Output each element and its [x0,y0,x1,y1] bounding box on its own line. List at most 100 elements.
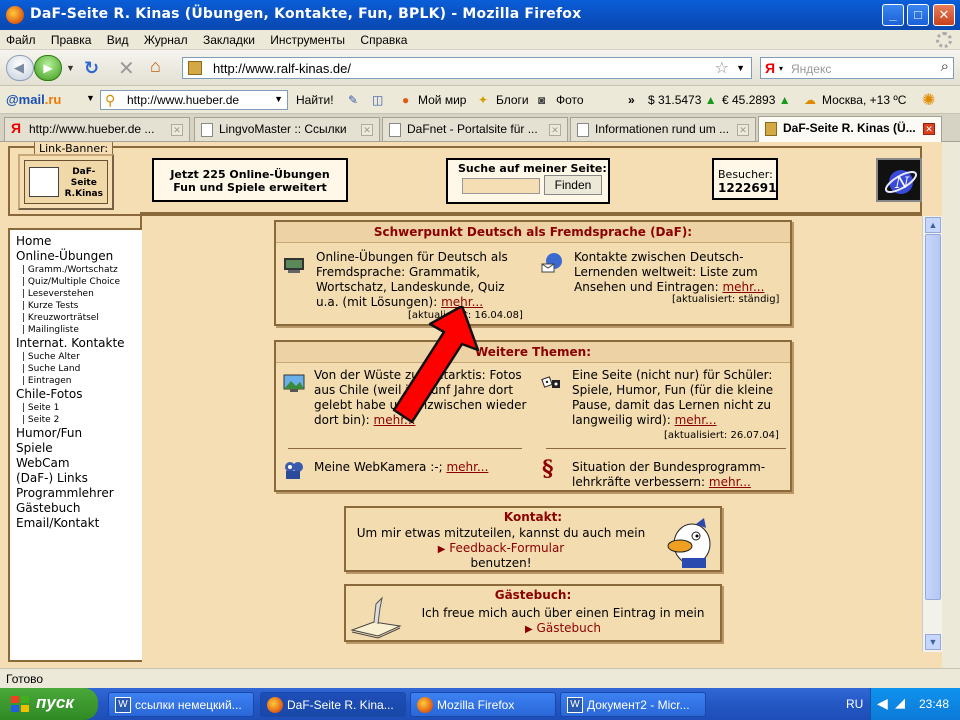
nav-subitem[interactable]: Suche Alter [10,351,142,363]
tab-daf-seite[interactable]: DaF-Seite R. Kinas (Ü... ✕ [758,116,942,142]
nav-item[interactable]: Home [10,234,142,249]
title-bar: DaF-Seite R. Kinas (Übungen, Kontakte, F… [0,0,960,30]
blogs-link[interactable]: Блоги [496,93,529,107]
feedback-form-link[interactable]: Feedback-Formular [449,541,564,555]
search-box[interactable]: Я ▾ Яндекс ⌕ [760,57,954,79]
search-placeholder: Яндекс [791,62,832,76]
bplk-more-link[interactable]: mehr... [709,475,751,489]
students-more-link[interactable]: mehr... [675,413,717,427]
reload-icon[interactable]: ↻ [84,58,99,79]
menu-file[interactable]: Файл [0,30,42,50]
nav-subitem[interactable]: Gramm./Wortschatz [10,264,142,276]
nav-item[interactable]: WebCam [10,456,142,471]
url-dropdown-icon[interactable]: ▼ [736,63,745,73]
home-icon[interactable]: ⌂ [150,56,161,77]
find-button[interactable]: Найти! [296,93,334,107]
nav-subitem[interactable]: Mailingliste [10,324,142,336]
nav-subitem[interactable]: Kurze Tests [10,300,142,312]
logo-badge-icon[interactable]: N [876,158,922,202]
daf-right-more-link[interactable]: mehr... [722,280,764,294]
url-text[interactable]: http://www.ralf-kinas.de/ [213,61,351,76]
nav-subitem[interactable]: Seite 1 [10,402,142,414]
url-bar[interactable]: http://www.ralf-kinas.de/ ☆ ▼ [182,57,752,79]
back-button[interactable] [6,55,34,81]
find-submit-button[interactable]: Finden [544,175,602,195]
daf-box: Schwerpunkt Deutsch als Fremdsprache (Da… [274,220,792,326]
nav-subitem[interactable]: Quiz/Multiple Choice [10,276,142,288]
search-engine-dropdown-icon[interactable]: ▾ [779,64,783,73]
nav-item[interactable]: Email/Kontakt [10,516,142,531]
tab-close-icon[interactable]: ✕ [171,124,183,136]
tab-close-icon[interactable]: ✕ [549,124,561,136]
promo-box[interactable]: Jetzt 225 Online-Übungen Fun und Spiele … [152,158,348,202]
nav-item[interactable]: (DaF-) Links [10,471,142,486]
scroll-down-icon[interactable]: ▼ [925,634,941,650]
yandex-icon[interactable]: Я [765,60,775,76]
nav-item[interactable]: Online-Übungen [10,249,142,264]
menu-tools[interactable]: Инструменты [264,30,351,50]
vertical-scrollbar[interactable]: ▲ ▼ [922,216,942,652]
menu-edit[interactable]: Правка [45,30,98,50]
guestbook-link[interactable]: Gästebuch [537,621,601,635]
photo-link[interactable]: Фото [556,93,584,107]
stop-icon[interactable]: ✕ [118,56,135,81]
nav-subitem[interactable]: Leseverstehen [10,288,142,300]
history-dropdown-icon[interactable]: ▼ [66,63,75,73]
forward-button[interactable]: ▶ [34,55,62,81]
nav-item[interactable]: Programmlehrer [10,486,142,501]
navigation-toolbar: ▶ ▼ ↻ ✕ ⌂ http://www.ralf-kinas.de/ ☆ ▼ … [0,50,960,86]
maximize-button[interactable]: □ [907,4,929,26]
tab-label: http://www.hueber.de ... [29,122,155,136]
nav-subitem[interactable]: Suche Land [10,363,142,375]
bookmark-star-icon[interactable]: ☆ [715,58,729,78]
tab-dafnet[interactable]: DaFnet - Portalsite für ... ✕ [382,117,568,141]
menu-help[interactable]: Справка [354,30,413,50]
nav-item[interactable]: Humor/Fun [10,426,142,441]
scroll-thumb[interactable] [925,234,941,600]
mailru-logo[interactable]: @mail.ru [6,92,61,107]
tray-arrow-icon[interactable]: ◀ [877,695,888,712]
scroll-up-icon[interactable]: ▲ [925,217,941,233]
mailru-search-dropdown-icon[interactable]: ▼ [274,94,283,104]
link-banner[interactable]: DaF- Seite R.Kinas [18,154,114,210]
nav-item[interactable]: Spiele [10,441,142,456]
task-firefox-daf[interactable]: DaF-Seite R. Kina... [260,692,406,717]
moi-mir-link[interactable]: Мой мир [418,93,466,107]
more-chevron-icon[interactable]: » [628,93,635,107]
nav-subitem[interactable]: Kreuzworträtsel [10,312,142,324]
mailru-search-input[interactable]: ⚲ http://www.hueber.de ▼ [100,90,288,110]
nav-subitem[interactable]: Seite 2 [10,414,142,426]
close-button[interactable]: ✕ [933,4,955,26]
gear-icon[interactable]: ✺ [922,90,935,110]
menu-view[interactable]: Вид [101,30,135,50]
webcam-more-link[interactable]: mehr... [446,460,488,474]
mailru-dropdown-icon[interactable]: ▼ [86,93,95,103]
tab-informationen[interactable]: Informationen rund um ... ✕ [570,117,756,141]
menu-history[interactable]: Журнал [138,30,194,50]
tab-close-icon[interactable]: ✕ [923,123,935,135]
nav-subitem[interactable]: Eintragen [10,375,142,387]
search-icon[interactable]: ⌕ [941,58,949,75]
start-button[interactable]: пуск [0,688,98,720]
window-title: DaF-Seite R. Kinas (Übungen, Kontakte, F… [30,6,582,22]
minimize-button[interactable]: _ [882,4,904,26]
tab-hueber[interactable]: Я http://www.hueber.de ... ✕ [4,117,190,141]
yandex-icon: Я [11,120,22,136]
zoom-icon[interactable]: ◫ [372,93,383,107]
task-word-doc2[interactable]: W Документ2 - Micr... [560,692,706,717]
nav-item[interactable]: Internat. Kontakte [10,336,142,351]
language-indicator[interactable]: RU [846,697,863,711]
tab-close-icon[interactable]: ✕ [737,124,749,136]
nav-item[interactable]: Gästebuch [10,501,142,516]
menu-bookmarks[interactable]: Закладки [197,30,261,50]
nav-item[interactable]: Chile-Fotos [10,387,142,402]
task-word-links[interactable]: W ссылки немецкий... [108,692,254,717]
highlight-icon[interactable]: ✎ [348,93,358,107]
volume-icon[interactable]: ◢ [895,695,905,711]
tab-close-icon[interactable]: ✕ [361,124,373,136]
weather-text[interactable]: Москва, +13 ºC [822,93,906,107]
daf-right-updated: [aktualisiert: ständig] [672,294,780,305]
task-firefox[interactable]: Mozilla Firefox [410,692,556,717]
site-search-input[interactable] [462,178,540,194]
tab-lingvomaster[interactable]: LingvoMaster :: Ссылки ✕ [194,117,380,141]
